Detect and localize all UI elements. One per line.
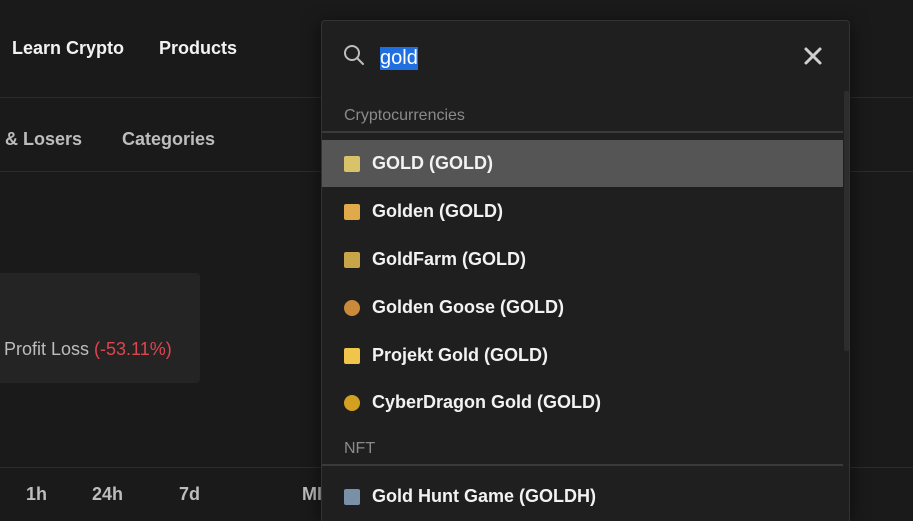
result-item[interactable]: GoldFarm (GOLD) bbox=[322, 236, 843, 283]
golden-goose-token-icon bbox=[344, 300, 360, 316]
profit-loss-value: (-53.11%) bbox=[94, 339, 172, 359]
section-label-nft: NFT bbox=[344, 440, 376, 457]
search-icon bbox=[344, 45, 364, 65]
search-input[interactable] bbox=[378, 43, 782, 73]
section-divider bbox=[322, 464, 843, 466]
scrollbar[interactable] bbox=[844, 91, 849, 351]
stat-card bbox=[0, 273, 200, 383]
timeframe-partial[interactable]: MI bbox=[302, 484, 322, 505]
search-row bbox=[322, 21, 849, 91]
search-dropdown: Cryptocurrencies GOLD (GOLD) Golden (GOL… bbox=[321, 20, 850, 521]
golden-token-icon bbox=[344, 204, 360, 220]
goldfarm-token-icon bbox=[344, 252, 360, 268]
gold-token-icon bbox=[344, 156, 360, 172]
tab-gainers-losers[interactable]: & Losers bbox=[5, 129, 82, 150]
result-label: GOLD (GOLD) bbox=[372, 153, 493, 173]
nav-learn-crypto[interactable]: Learn Crypto bbox=[12, 38, 124, 59]
result-label: Golden Goose (GOLD) bbox=[372, 297, 564, 317]
timeframe-7d[interactable]: 7d bbox=[179, 484, 200, 505]
result-label: GoldFarm (GOLD) bbox=[372, 249, 526, 269]
tab-categories[interactable]: Categories bbox=[122, 129, 215, 150]
profit-loss-text: Profit Loss (-53.11%) bbox=[4, 339, 172, 360]
section-label-cryptocurrencies: Cryptocurrencies bbox=[344, 107, 465, 124]
profit-loss-label: Profit Loss bbox=[4, 339, 95, 359]
result-item[interactable]: Golden (GOLD) bbox=[322, 188, 843, 235]
result-item[interactable]: Projekt Gold (GOLD) bbox=[322, 332, 843, 379]
close-icon[interactable] bbox=[800, 43, 826, 69]
result-label: Gold Hunt Game (GOLDH) bbox=[372, 486, 596, 506]
result-label: Projekt Gold (GOLD) bbox=[372, 345, 549, 365]
timeframe-24h[interactable]: 24h bbox=[92, 484, 123, 505]
result-label: Golden (GOLD) bbox=[372, 201, 503, 221]
nav-products[interactable]: Products bbox=[159, 38, 237, 59]
section-divider bbox=[322, 131, 843, 133]
timeframe-1h[interactable]: 1h bbox=[26, 484, 47, 505]
gold-hunt-game-icon bbox=[344, 489, 360, 505]
result-item[interactable]: Golden Goose (GOLD) bbox=[322, 284, 843, 331]
result-item[interactable]: GOLD (GOLD) bbox=[322, 140, 843, 187]
cyberdragon-gold-token-icon bbox=[344, 395, 360, 411]
result-label: CyberDragon Gold (GOLD) bbox=[372, 392, 601, 412]
result-item[interactable]: CyberDragon Gold (GOLD) bbox=[322, 379, 843, 426]
projekt-gold-token-icon bbox=[344, 348, 360, 364]
result-item[interactable]: Gold Hunt Game (GOLDH) bbox=[322, 473, 843, 520]
